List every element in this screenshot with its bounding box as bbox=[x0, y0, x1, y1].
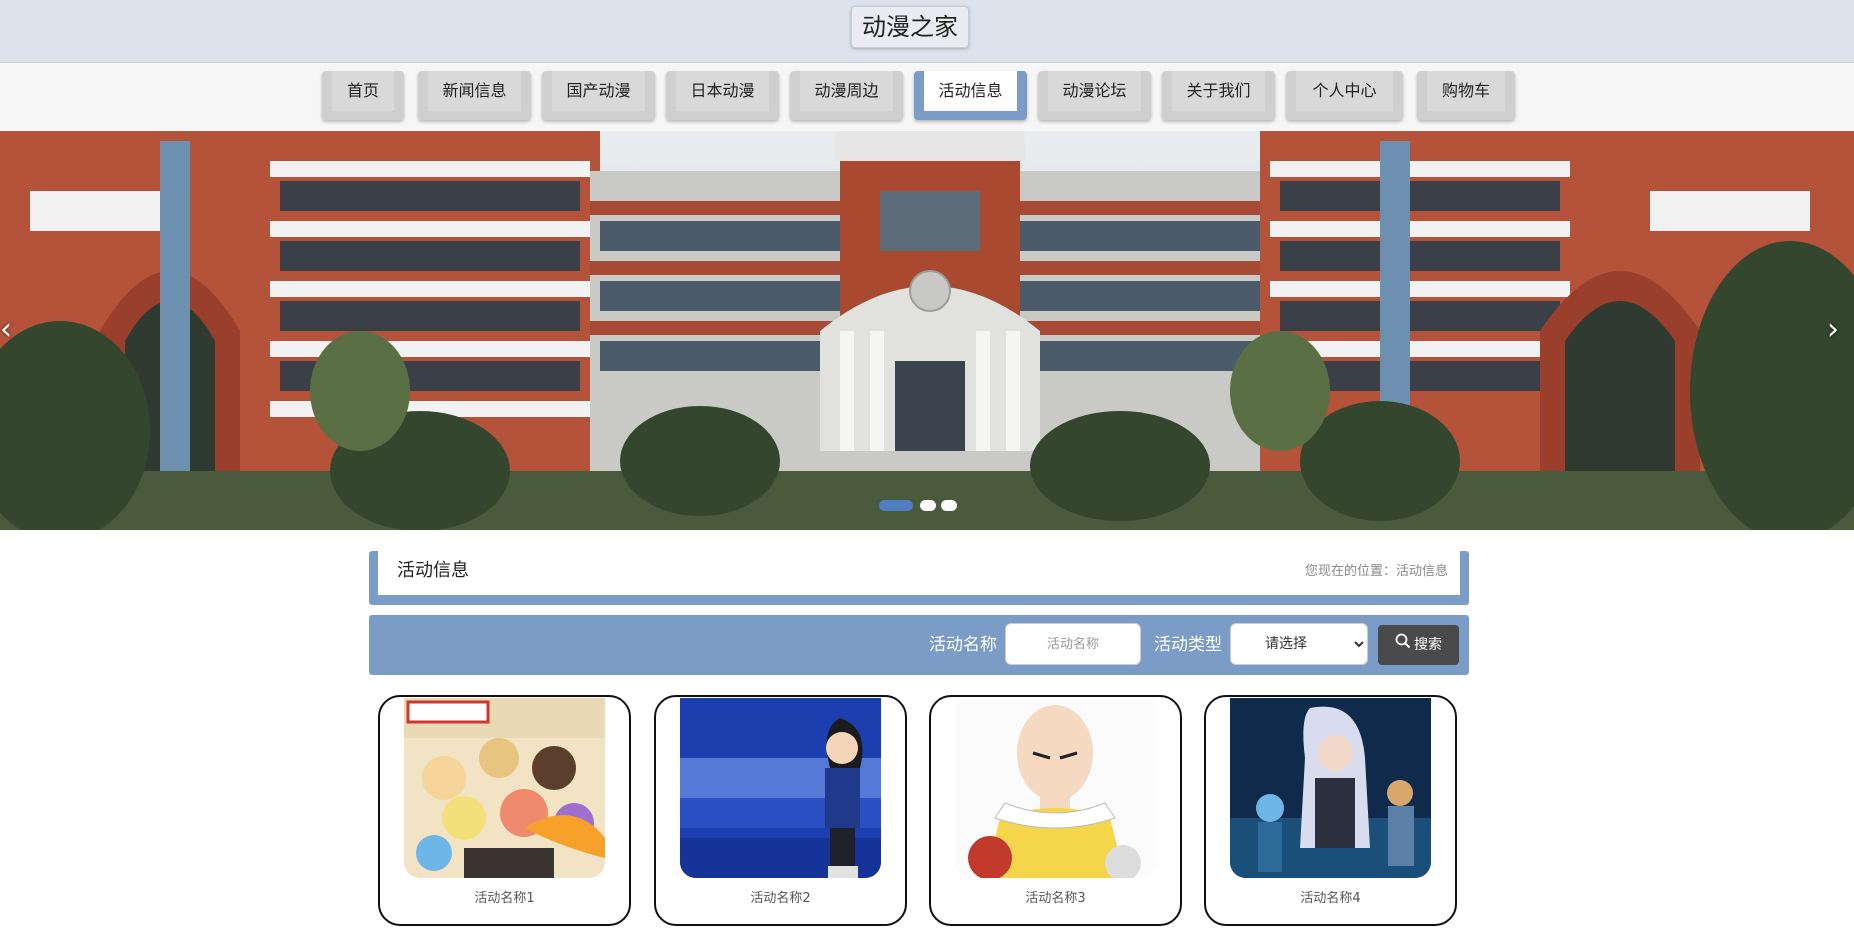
activity-card[interactable]: 活动名称2 bbox=[654, 695, 907, 926]
search-button-label: 搜索 bbox=[1414, 637, 1442, 653]
nav-item-forum[interactable]: 动漫论坛 bbox=[1038, 71, 1151, 120]
nav-item-profile[interactable]: 个人中心 bbox=[1286, 71, 1403, 120]
chevron-left-icon: ‹ bbox=[0, 312, 12, 347]
search-button[interactable]: 搜索 bbox=[1378, 625, 1459, 665]
search-bar: 活动名称 活动类型 请选择 搜索 bbox=[369, 615, 1469, 675]
breadcrumb: 您现在的位置：活动信息 bbox=[1304, 564, 1448, 579]
nav-item-about[interactable]: 关于我们 bbox=[1162, 71, 1275, 120]
carousel-prev-button[interactable]: ‹ bbox=[0, 310, 19, 350]
activity-card-caption: 活动名称3 bbox=[1025, 891, 1086, 906]
chevron-right-icon: › bbox=[1827, 312, 1839, 347]
activity-card[interactable]: 活动名称1 bbox=[378, 695, 631, 926]
nav-item-label: 动漫论坛 bbox=[1048, 71, 1141, 111]
activity-thumbnail bbox=[955, 698, 1156, 878]
activity-name-input[interactable] bbox=[1005, 623, 1141, 665]
nav-item-label: 购物车 bbox=[1427, 71, 1505, 111]
activity-thumbnail bbox=[680, 698, 881, 878]
banner-carousel bbox=[0, 131, 1854, 530]
activity-name-label: 活动名称 bbox=[929, 635, 997, 655]
nav-item-label: 首页 bbox=[332, 71, 394, 111]
section-header-panel: 活动信息 您现在的位置：活动信息 bbox=[378, 551, 1460, 595]
site-title[interactable]: 动漫之家 bbox=[851, 6, 969, 48]
section-header: 活动信息 您现在的位置：活动信息 bbox=[369, 551, 1469, 605]
section-title: 活动信息 bbox=[397, 560, 469, 581]
site-header: 动漫之家 bbox=[0, 0, 1854, 63]
nav-item-activities[interactable]: 活动信息 bbox=[914, 71, 1027, 120]
nav-item-merchandise[interactable]: 动漫周边 bbox=[790, 71, 903, 120]
nav-item-label: 个人中心 bbox=[1296, 71, 1393, 111]
activity-type-label: 活动类型 bbox=[1154, 635, 1222, 655]
activity-card-caption: 活动名称1 bbox=[474, 891, 535, 906]
carousel-dot[interactable] bbox=[941, 500, 957, 511]
carousel-dot[interactable] bbox=[879, 500, 913, 511]
carousel-next-button[interactable]: › bbox=[1820, 310, 1846, 350]
activity-card[interactable]: 活动名称4 bbox=[1204, 695, 1457, 926]
nav-item-label: 新闻信息 bbox=[428, 71, 521, 111]
nav-item-news[interactable]: 新闻信息 bbox=[418, 71, 531, 120]
activity-thumbnail bbox=[404, 698, 605, 878]
activity-card[interactable]: 活动名称3 bbox=[929, 695, 1182, 926]
search-icon bbox=[1395, 625, 1411, 665]
nav-item-home[interactable]: 首页 bbox=[322, 71, 404, 120]
nav-item-label: 关于我们 bbox=[1172, 71, 1265, 111]
nav-item-japanese-anime[interactable]: 日本动漫 bbox=[666, 71, 779, 120]
nav-item-cart[interactable]: 购物车 bbox=[1417, 71, 1515, 120]
activity-type-select[interactable]: 请选择 bbox=[1230, 623, 1368, 665]
campus-building-image bbox=[0, 131, 1854, 530]
nav-item-label: 动漫周边 bbox=[800, 71, 893, 111]
carousel-dot[interactable] bbox=[920, 500, 936, 511]
nav-item-label: 国产动漫 bbox=[552, 71, 645, 111]
activity-card-caption: 活动名称2 bbox=[750, 891, 811, 906]
activity-card-caption: 活动名称4 bbox=[1300, 891, 1361, 906]
nav-item-domestic-anime[interactable]: 国产动漫 bbox=[542, 71, 655, 120]
nav-item-label: 日本动漫 bbox=[676, 71, 769, 111]
nav-item-label: 活动信息 bbox=[924, 71, 1017, 111]
activity-thumbnail bbox=[1230, 698, 1431, 878]
